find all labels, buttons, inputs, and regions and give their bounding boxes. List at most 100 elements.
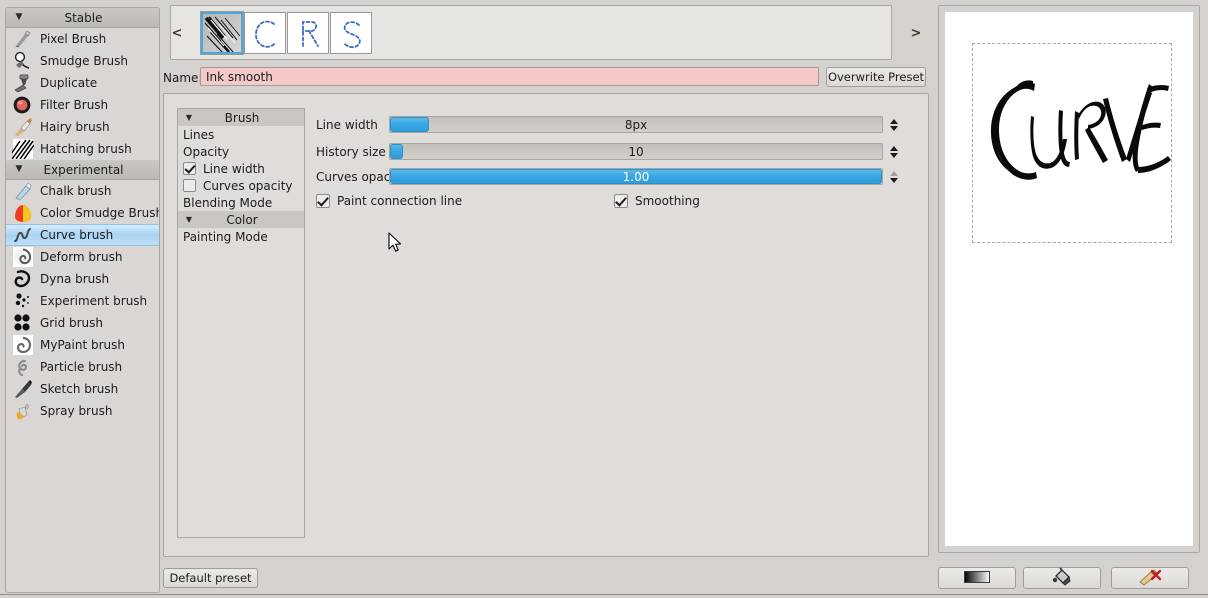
spinner-down-icon[interactable] <box>890 177 898 183</box>
checkbox-curves-opacity[interactable] <box>183 179 196 192</box>
slider-track-line-width[interactable]: 8px <box>389 116 883 133</box>
sidebar-item-label: MyPaint brush <box>40 338 125 352</box>
checkbox-row-smoothing[interactable]: Smoothing <box>614 193 700 209</box>
tree-group-brush[interactable]: ▼ Brush <box>178 109 304 126</box>
sidebar-item-label: Hatching brush <box>40 142 132 156</box>
spinner-up-icon[interactable] <box>890 118 898 124</box>
slider-line-width[interactable]: 8px <box>389 116 901 133</box>
clear-canvas-button[interactable] <box>1111 567 1189 589</box>
ink-smooth-preset[interactable] <box>201 12 243 54</box>
gradient-button[interactable] <box>938 567 1016 589</box>
sidebar-item-label: Duplicate <box>40 76 98 90</box>
chevron-down-icon[interactable]: ▼ <box>178 113 200 122</box>
tree-row-lines[interactable]: Lines <box>178 126 304 143</box>
duplicate-icon <box>14 74 29 93</box>
slider-label-line-width: Line width <box>316 117 378 132</box>
curve-r-preset[interactable] <box>287 12 329 54</box>
preset-name-input[interactable] <box>200 67 819 86</box>
slider-track-history-size[interactable]: 10 <box>389 143 883 160</box>
preset-thumbnail-bar <box>170 5 892 60</box>
hatching-brush-icon <box>12 139 34 159</box>
window-bottom-divider <box>0 594 1208 595</box>
tree-row-opacity[interactable]: Opacity <box>178 143 304 160</box>
sidebar-item-particle-brush[interactable]: Particle brush <box>6 356 159 378</box>
sidebar-item-label: Deform brush <box>40 250 123 264</box>
sidebar-item-duplicate[interactable]: Duplicate <box>6 72 159 94</box>
sidebar-item-sketch-brush[interactable]: Sketch brush <box>6 378 159 400</box>
tree-row-line-width[interactable]: Line width <box>178 160 304 177</box>
sidebar-item-curve-brush[interactable]: Curve brush <box>6 224 159 246</box>
tree-row-label: Lines <box>183 127 215 142</box>
chevron-down-icon[interactable]: ▼ <box>6 165 32 174</box>
checkbox-row-paint-connection-line[interactable]: Paint connection line <box>316 193 462 209</box>
preset-next-button[interactable]: > <box>909 26 923 42</box>
checkbox-line-width[interactable] <box>183 162 196 175</box>
spinner-history-size[interactable] <box>887 143 901 160</box>
slider-history-size[interactable]: 10 <box>389 143 901 160</box>
spinner-up-icon[interactable] <box>890 170 898 176</box>
curve-c-preset[interactable] <box>244 12 286 54</box>
paint-bucket-button[interactable] <box>1023 566 1101 589</box>
spinner-down-icon[interactable] <box>890 125 898 131</box>
sidebar-item-smudge-brush[interactable]: Smudge Brush <box>6 50 159 72</box>
slider-curves-opacity[interactable]: 1.00 <box>389 168 901 185</box>
sidebar-item-spray-brush[interactable]: Spray brush <box>6 400 159 422</box>
curve-s-preset[interactable] <box>330 12 372 54</box>
sidebar-item-label: Filter Brush <box>40 98 109 112</box>
preset-name-label: Name: <box>163 71 203 85</box>
checkbox-paint-connection-line[interactable] <box>316 194 330 208</box>
curve-brush-icon <box>14 228 31 242</box>
sidebar-item-hairy-brush[interactable]: Hairy brush <box>6 116 159 138</box>
tree-group-label: Color <box>226 212 258 227</box>
sidebar-item-hatching-brush[interactable]: Hatching brush <box>6 138 159 160</box>
gradient-icon <box>964 570 990 586</box>
experiment-brush-icon <box>15 293 29 308</box>
sidebar-item-label: Spray brush <box>40 404 113 418</box>
sidebar-item-color-smudge-brush[interactable]: Color Smudge Brush <box>6 202 159 224</box>
sidebar-group-header-experimental[interactable]: ▼ Experimental <box>6 160 159 180</box>
particle-brush-icon <box>18 360 28 376</box>
tree-row-painting-mode[interactable]: Painting Mode <box>178 228 304 245</box>
chevron-down-icon[interactable]: ▼ <box>6 13 32 22</box>
scratchpad-panel[interactable] <box>938 5 1200 553</box>
sidebar-item-mypaint-brush[interactable]: MyPaint brush <box>6 334 159 356</box>
sidebar-item-experiment-brush[interactable]: Experiment brush <box>6 290 159 312</box>
slider-fill-line-width <box>390 117 430 132</box>
sidebar-item-dyna-brush[interactable]: Dyna brush <box>6 268 159 290</box>
preset-prev-button[interactable]: < <box>170 26 184 42</box>
sidebar-group-header-stable[interactable]: ▼ Stable <box>6 8 159 28</box>
sidebar-item-filter-brush[interactable]: Filter Brush <box>6 94 159 116</box>
spinner-down-icon[interactable] <box>890 152 898 158</box>
spinner-line-width[interactable] <box>887 116 901 133</box>
tree-group-color[interactable]: ▼ Color <box>178 211 304 228</box>
scratchpad-artwork-curve <box>990 80 1171 180</box>
spinner-up-icon[interactable] <box>890 145 898 151</box>
brush-options-panel: ▼ Brush Lines Opacity Line width Curves opaci… <box>163 93 929 557</box>
tree-group-label: Brush <box>224 110 260 125</box>
spinner-curves-opacity[interactable] <box>887 168 901 185</box>
overwrite-preset-button[interactable]: Overwrite Preset <box>826 67 926 87</box>
sidebar-item-deform-brush[interactable]: Deform brush <box>6 246 159 268</box>
tree-row-blending-mode[interactable]: Blending Mode <box>178 194 304 211</box>
tree-row-label: Line width <box>203 161 265 176</box>
sidebar-item-label: Smudge Brush <box>40 54 128 68</box>
sidebar-item-pixel-brush[interactable]: Pixel Brush <box>6 28 159 50</box>
filter-brush-icon <box>13 96 31 114</box>
slider-track-curves-opacity[interactable]: 1.00 <box>389 168 883 185</box>
chevron-down-icon[interactable]: ▼ <box>178 215 200 224</box>
spray-brush-icon <box>16 403 30 420</box>
sidebar-group-title: Experimental <box>43 162 124 177</box>
dyna-brush-icon <box>14 270 31 288</box>
sidebar-group-title: Stable <box>64 10 103 25</box>
sidebar-item-chalk-brush[interactable]: Chalk brush <box>6 180 159 202</box>
slider-fill-history-size <box>390 144 403 159</box>
scratchpad-canvas[interactable] <box>945 12 1193 546</box>
checkbox-smoothing[interactable] <box>614 194 628 208</box>
tree-row-curves-opacity[interactable]: Curves opacity <box>178 177 304 194</box>
sidebar-item-label: Experiment brush <box>40 294 148 308</box>
sidebar-item-grid-brush[interactable]: Grid brush <box>6 312 159 334</box>
default-preset-button[interactable]: Default preset <box>163 568 258 588</box>
checkbox-label-paint-connection-line: Paint connection line <box>337 194 463 208</box>
tree-row-label: Painting Mode <box>183 229 268 244</box>
tree-row-label: Curves opacity <box>203 178 293 193</box>
